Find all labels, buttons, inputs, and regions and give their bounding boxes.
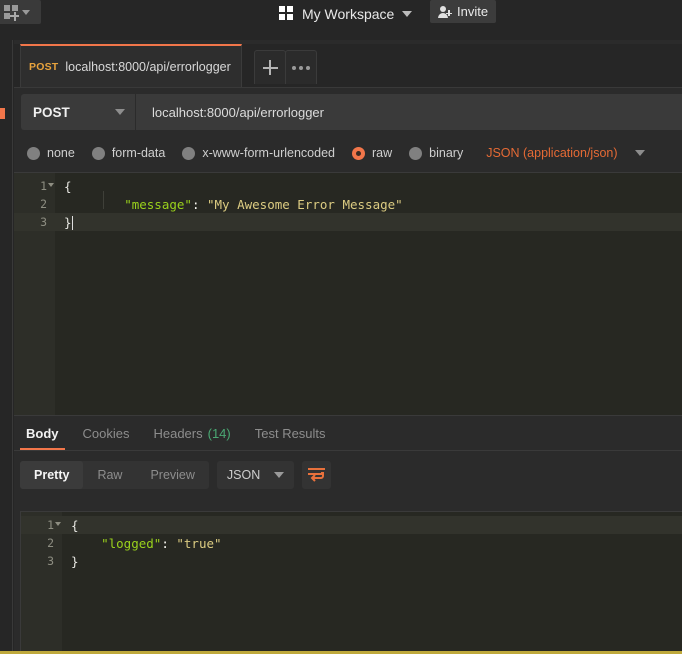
radio-icon <box>27 146 40 160</box>
tab-label: Test Results <box>254 425 326 441</box>
body-type-binary[interactable]: binary <box>409 146 463 160</box>
text-cursor <box>71 215 73 230</box>
tab-options-button[interactable] <box>285 50 317 84</box>
new-tab-button[interactable] <box>254 50 286 84</box>
body-type-none[interactable]: none <box>27 146 75 160</box>
line-number: 1 <box>40 179 47 193</box>
chevron-down-icon <box>115 109 125 115</box>
response-toolbar: Pretty Raw Preview JSON <box>14 451 682 498</box>
person-add-icon <box>438 5 452 19</box>
body-type-form-data[interactable]: form-data <box>91 146 166 160</box>
response-body-editor[interactable]: 1{2 "logged": "true" 3} <box>20 511 682 654</box>
code-text: "logged": "true" <box>71 535 222 551</box>
main-panel: POST localhost:8000/api/errorlogger POST <box>14 40 682 654</box>
chevron-down-icon <box>22 9 30 15</box>
radio-selected-icon <box>352 146 365 160</box>
response-tab-headers[interactable]: Headers (14) <box>141 416 242 450</box>
tab-label: Cookies <box>82 425 130 441</box>
content-type-select[interactable]: JSON (application/json) <box>480 146 645 160</box>
body-type-row: none form-data x-www-form-urlencoded raw… <box>14 134 682 173</box>
tab-method-label: POST <box>29 60 59 73</box>
invite-button[interactable]: Invite <box>430 0 497 23</box>
request-body-editor[interactable]: 1{2 "message": "My Awesome Error Message… <box>14 173 682 416</box>
code-text: { <box>71 517 79 533</box>
request-tab[interactable]: POST localhost:8000/api/errorlogger <box>20 44 242 87</box>
radio-icon <box>409 146 423 160</box>
body-type-urlencoded[interactable]: x-www-form-urlencoded <box>182 146 335 160</box>
view-mode-label: Raw <box>97 467 123 482</box>
view-mode-preview[interactable]: Preview <box>136 461 208 489</box>
body-type-label: none <box>47 146 75 160</box>
tab-label: Body <box>26 425 59 441</box>
ellipsis-icon <box>292 65 310 70</box>
code-text: } <box>71 553 79 569</box>
response-tab-bar: Body Cookies Headers (14) Test Results <box>14 416 682 451</box>
code-line[interactable]: 3} <box>21 552 682 570</box>
headers-count-badge: (14) <box>207 425 231 441</box>
body-type-label: raw <box>372 146 393 160</box>
grid-icon <box>279 6 294 21</box>
response-tab-test-results[interactable]: Test Results <box>243 416 338 450</box>
new-button[interactable] <box>0 0 41 24</box>
invite-label: Invite <box>457 4 489 19</box>
view-mode-raw[interactable]: Raw <box>83 461 136 489</box>
view-mode-pretty[interactable]: Pretty <box>20 460 84 489</box>
body-type-raw[interactable]: raw <box>352 146 392 160</box>
request-tab-strip: POST localhost:8000/api/errorlogger <box>14 44 682 88</box>
format-label: JSON <box>226 467 261 482</box>
code-line[interactable]: 1{ <box>21 516 682 534</box>
line-number: 2 <box>40 197 47 211</box>
text-wrap-icon <box>308 468 326 482</box>
workspace-selector[interactable]: My Workspace <box>279 0 413 27</box>
line-number: 2 <box>47 536 54 550</box>
workspace-label: My Workspace <box>302 5 395 22</box>
code-line[interactable]: 2 "logged": "true" <box>21 534 682 552</box>
sidebar-resize-marker[interactable] <box>0 108 5 119</box>
response-tab-cookies[interactable]: Cookies <box>71 416 142 450</box>
top-bar: My Workspace Invite <box>0 0 682 40</box>
code-line[interactable]: 1{ <box>14 177 682 195</box>
line-number: 1 <box>47 518 54 532</box>
response-format-select[interactable]: JSON <box>216 460 295 489</box>
response-view-mode-group: Pretty Raw Preview <box>20 460 209 489</box>
view-mode-label: Preview <box>150 467 195 482</box>
response-tab-body[interactable]: Body <box>14 416 71 450</box>
url-value: localhost:8000/api/errorlogger <box>152 104 324 120</box>
code-line[interactable]: 3} <box>14 213 682 231</box>
chevron-down-icon <box>634 150 645 156</box>
chevron-down-icon <box>274 471 285 478</box>
wrap-lines-button[interactable] <box>302 460 332 489</box>
postman-window: My Workspace Invite POST localhost:8000/… <box>0 0 682 654</box>
radio-icon <box>91 146 105 160</box>
plus-icon <box>262 60 278 75</box>
tab-title-label: localhost:8000/api/errorlogger <box>65 59 231 74</box>
view-mode-label: Pretty <box>34 467 70 482</box>
line-number: 3 <box>47 554 54 568</box>
request-url-bar: POST localhost:8000/api/errorlogger <box>14 88 682 134</box>
code-text: { <box>64 178 72 194</box>
body-type-label: x-www-form-urlencoded <box>202 146 335 160</box>
content-type-label: JSON (application/json) <box>486 146 618 160</box>
body-type-label: form-data <box>111 146 166 160</box>
method-select[interactable]: POST <box>21 94 135 130</box>
fold-toggle-icon[interactable] <box>55 522 61 526</box>
fold-toggle-icon[interactable] <box>48 183 54 187</box>
code-line[interactable]: 2 "message": "My Awesome Error Message" <box>14 195 682 213</box>
body-type-label: binary <box>429 146 464 160</box>
url-input[interactable]: localhost:8000/api/errorlogger <box>136 94 682 130</box>
chevron-down-icon <box>402 10 413 17</box>
code-text: "message": "My Awesome Error Message" <box>64 196 403 212</box>
tab-label: Headers <box>153 425 203 441</box>
new-grid-plus-icon <box>4 4 19 21</box>
method-label: POST <box>33 104 70 120</box>
sidebar-rail[interactable] <box>0 40 13 654</box>
radio-icon <box>182 146 196 160</box>
code-text: } <box>64 214 73 230</box>
line-number: 3 <box>40 215 47 229</box>
